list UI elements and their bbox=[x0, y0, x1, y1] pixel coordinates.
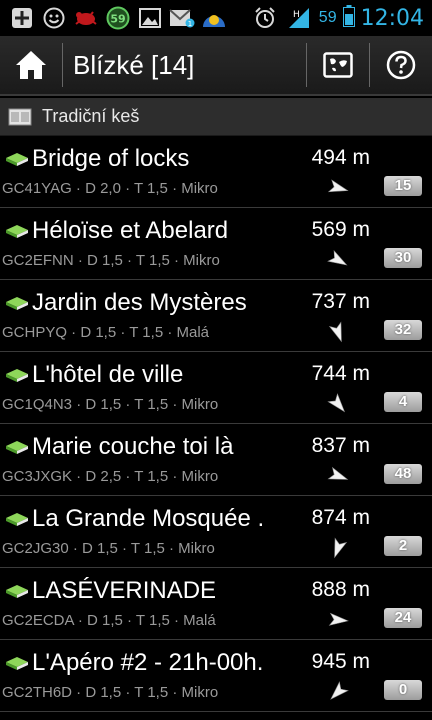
counter-value: 59 bbox=[110, 13, 125, 26]
cache-name: Bridge of locks bbox=[32, 145, 190, 172]
page-title: Blízké [14] bbox=[73, 49, 195, 80]
bug-icon bbox=[72, 4, 100, 32]
cache-icon bbox=[6, 369, 28, 382]
cache-icon bbox=[6, 153, 28, 166]
cache-icon bbox=[6, 585, 28, 598]
image-icon bbox=[136, 4, 164, 32]
cache-details: GC2TH6D · D 1,5 · T 1,5 · Mikro bbox=[2, 684, 219, 701]
section-label: Tradiční keš bbox=[42, 106, 140, 126]
home-button[interactable] bbox=[0, 35, 62, 95]
cache-icon bbox=[6, 225, 28, 238]
cache-row[interactable]: La Grande Mosquée . GC2JG30 · D 1,5 · T … bbox=[0, 496, 432, 568]
cache-list: Bridge of locks GC41YAG · D 2,0 · T 1,5 … bbox=[0, 136, 432, 712]
map-button[interactable] bbox=[307, 35, 369, 95]
direction-arrow-icon bbox=[327, 249, 348, 266]
cache-icon bbox=[6, 657, 28, 670]
found-count-badge: 24 bbox=[384, 608, 422, 628]
direction-arrow-icon bbox=[330, 681, 349, 700]
cache-name: Marie couche toi là bbox=[32, 433, 234, 460]
cache-row[interactable]: Jardin des Mystères GCHPYQ · D 1,5 · T 1… bbox=[0, 280, 432, 352]
gmail-icon: 1 bbox=[168, 4, 196, 32]
cache-details: GC1Q4N3 · D 1,5 · T 1,5 · Mikro bbox=[2, 396, 219, 413]
cache-name: Jardin des Mystères bbox=[32, 289, 247, 316]
clock: 12:04 bbox=[360, 5, 424, 31]
cache-row[interactable]: L'hôtel de ville GC1Q4N3 · D 1,5 · T 1,5… bbox=[0, 352, 432, 424]
cache-distance: 874 m bbox=[311, 506, 370, 529]
found-count-badge: 15 bbox=[384, 176, 422, 196]
cache-details: GC2ECDA · D 1,5 · T 1,5 · Malá bbox=[2, 612, 216, 629]
cache-details: GC2JG30 · D 1,5 · T 1,5 · Mikro bbox=[2, 540, 215, 557]
cache-row[interactable]: Marie couche toi là GC3JXGK · D 2,5 · T … bbox=[0, 424, 432, 496]
cache-details: GCHPYQ · D 1,5 · T 1,5 · Malá bbox=[2, 324, 210, 341]
cache-distance: 744 m bbox=[311, 362, 370, 385]
help-button[interactable] bbox=[370, 35, 432, 95]
add-icon bbox=[8, 4, 36, 32]
cache-details: GC2EFNN · D 1,5 · T 1,5 · Mikro bbox=[2, 252, 220, 269]
weather-icon bbox=[200, 4, 228, 32]
cache-distance: 888 m bbox=[311, 578, 370, 601]
cache-distance: 837 m bbox=[311, 434, 370, 457]
cache-distance: 569 m bbox=[311, 218, 370, 241]
cache-distance: 945 m bbox=[311, 650, 370, 673]
cache-icon bbox=[6, 297, 28, 310]
section-header: Tradiční keš bbox=[0, 98, 432, 136]
found-count-badge: 0 bbox=[384, 680, 422, 700]
home-icon bbox=[16, 51, 46, 79]
direction-arrow-icon bbox=[328, 321, 342, 343]
svg-text:H: H bbox=[293, 10, 300, 20]
direction-arrow-icon bbox=[327, 466, 349, 480]
found-count-badge: 48 bbox=[384, 464, 422, 484]
cache-name: LASÉVERINADE bbox=[32, 577, 217, 604]
found-count-badge: 32 bbox=[384, 320, 422, 340]
direction-arrow-icon bbox=[334, 537, 348, 559]
signal-icon: H bbox=[285, 4, 313, 32]
cache-details: GC3JXGK · D 2,5 · T 1,5 · Mikro bbox=[2, 468, 219, 485]
battery-icon bbox=[342, 4, 355, 32]
direction-arrow-icon bbox=[328, 612, 349, 626]
cache-name: La Grande Mosquée . bbox=[32, 505, 265, 532]
map-icon bbox=[323, 52, 353, 78]
direction-arrow-icon bbox=[327, 179, 349, 193]
status-bar: 59 1 H 59 12:04 bbox=[0, 0, 432, 36]
cache-name: L'hôtel de ville bbox=[32, 361, 184, 388]
action-bar: Blízké [14] bbox=[0, 36, 432, 96]
svg-text:1: 1 bbox=[188, 20, 192, 28]
found-count-badge: 2 bbox=[384, 536, 422, 556]
found-count-badge: 4 bbox=[384, 392, 422, 412]
cache-row[interactable]: LASÉVERINADE GC2ECDA · D 1,5 · T 1,5 · M… bbox=[0, 568, 432, 640]
counter-icon: 59 bbox=[104, 4, 132, 32]
direction-arrow-icon bbox=[327, 393, 346, 413]
cache-distance: 737 m bbox=[311, 290, 370, 313]
cache-name: L'Apéro #2 - 21h-00h. bbox=[32, 649, 264, 676]
cache-details: GC41YAG · D 2,0 · T 1,5 · Mikro bbox=[2, 180, 218, 197]
cache-icon bbox=[6, 513, 28, 526]
help-icon bbox=[386, 50, 416, 80]
cache-name: Héloïse et Abelard bbox=[32, 217, 229, 244]
alarm-icon bbox=[251, 4, 279, 32]
cache-distance: 494 m bbox=[311, 146, 370, 169]
cache-row[interactable]: Héloïse et Abelard GC2EFNN · D 1,5 · T 1… bbox=[0, 208, 432, 280]
battery-level: 59 bbox=[318, 9, 337, 26]
cache-icon bbox=[6, 441, 28, 454]
traditional-cache-icon bbox=[8, 108, 32, 125]
cache-row[interactable]: Bridge of locks GC41YAG · D 2,0 · T 1,5 … bbox=[0, 136, 432, 208]
smiley-icon bbox=[40, 4, 68, 32]
cache-row[interactable]: L'Apéro #2 - 21h-00h. GC2TH6D · D 1,5 · … bbox=[0, 640, 432, 712]
found-count-badge: 30 bbox=[384, 248, 422, 268]
